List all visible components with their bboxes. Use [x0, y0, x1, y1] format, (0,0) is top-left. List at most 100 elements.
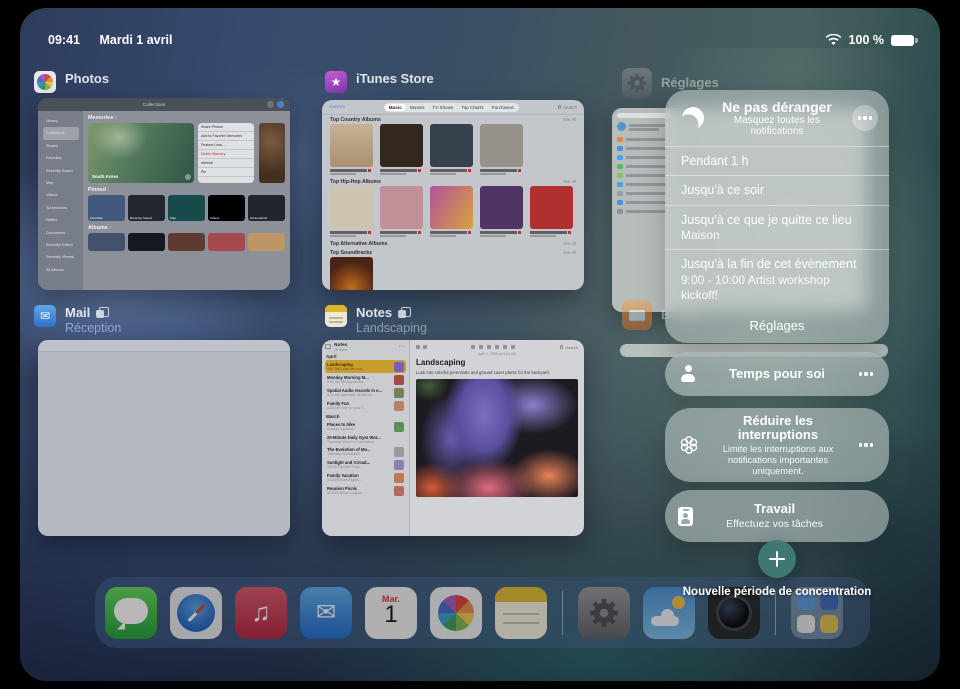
reduce-options-button[interactable] — [856, 443, 876, 446]
status-right: 100 % — [825, 33, 914, 47]
memory-tile: South Korea — [88, 123, 194, 183]
app-label-text: Notes — [356, 305, 392, 320]
album-item — [480, 186, 523, 237]
dnd-title: Ne pas déranger — [722, 99, 832, 115]
note-list-item: Places to hikeSunday 3 photos — [325, 420, 406, 433]
new-focus-button[interactable] — [758, 540, 796, 578]
dnd-options-button[interactable] — [852, 105, 878, 131]
grid-view-icon — [325, 344, 331, 349]
memory-context-menu: Share Photos Add to Favorite Memories Fe… — [198, 123, 254, 183]
photos-nav-title: Collections — [44, 102, 264, 107]
switcher-card-mail[interactable] — [38, 340, 290, 536]
app-label-text: iTunes Store — [356, 71, 434, 86]
memories-row: South Korea Share Photos Add to Favorite… — [88, 123, 285, 183]
menu-item: Feature Less... — [198, 141, 254, 150]
mail-app-icon: ✉ — [34, 305, 56, 327]
dnd-option-leave-location[interactable]: Jusqu'à ce que je quitte ce lieu Maison — [665, 205, 889, 250]
focus-work-pill[interactable]: Travail Effectuez vos tâches — [665, 490, 889, 542]
itunes-album-row — [322, 124, 584, 177]
itunes-section-header: Top Alternative Albums See All — [322, 239, 584, 248]
photos-sidebar-item: Recently Viewed — [43, 251, 83, 263]
pinned-header: Pinned — [88, 187, 285, 193]
switcher-label-notes[interactable]: Notes Landscaping — [325, 305, 427, 335]
album-tile — [128, 233, 165, 251]
note-title: Landscaping — [416, 358, 578, 367]
notes-month-header: March — [326, 414, 405, 419]
select-button-icon — [267, 101, 274, 108]
note-thumbnail — [394, 486, 404, 496]
album-tile — [248, 233, 285, 251]
ipad-screen: 09:41 Mardi 1 avril 100 % Photos Collect… — [20, 8, 940, 681]
dnd-subtitle: Masquez toutes les notifications — [707, 115, 847, 137]
search-icon — [560, 345, 564, 349]
battery-percent: 100 % — [849, 33, 884, 47]
clock: 09:41 — [48, 33, 80, 47]
app-label-subtitle: Réception — [65, 321, 121, 335]
pinned-tile: Videos — [208, 195, 245, 221]
dock-settings-icon[interactable] — [578, 587, 630, 639]
dock-calendar-icon[interactable]: Mar. 1 — [365, 587, 417, 639]
ellipsis-icon — [858, 116, 873, 119]
notes-month-header: April — [326, 354, 405, 359]
itunes-section-header: Top Hip-Hop Albums See All — [322, 177, 584, 186]
focus-reduce-interruptions-pill[interactable]: Réduire les interruptions Limite les int… — [665, 408, 889, 482]
dock-mail-icon[interactable]: ✉ — [300, 587, 352, 639]
notes-toolbar-icons: Search — [416, 343, 578, 351]
note-list-item: Spatial Audio records in e...9:41 AM aut… — [325, 386, 406, 399]
photos-sidebar-item: Screenshots — [43, 202, 83, 214]
note-thumbnail — [394, 401, 404, 411]
switcher-label-itunes[interactable]: ★ iTunes Store — [325, 71, 434, 93]
new-focus-label: Nouvelle période de concentration — [637, 586, 917, 598]
switcher-card-notes[interactable]: Notes 26 Notes ••• April Landscaping9:41… — [322, 340, 584, 536]
menu-item: Share Photos — [198, 123, 254, 132]
switcher-label-mail[interactable]: ✉ Mail Réception — [34, 305, 121, 335]
ellipsis-icon — [859, 372, 874, 375]
avatar — [617, 122, 626, 131]
work-badge-icon — [678, 507, 693, 526]
album-item — [480, 124, 523, 175]
pinned-tile: Screenshots — [248, 195, 285, 221]
itunes-section-header: Top Soundtracks See All — [322, 248, 584, 257]
personal-options-button[interactable] — [856, 372, 876, 375]
note-list-item: Family Vacation3/18/25 Book Flights... — [325, 471, 406, 484]
dnd-option-1h[interactable]: Pendant 1 h — [665, 146, 889, 175]
dock-messages-icon[interactable] — [105, 587, 157, 639]
notes-editor: Search April 1, 2025 at 9:41 AM Landscap… — [410, 340, 584, 536]
focus-dnd-card: Ne pas déranger Masquez toutes les notif… — [665, 90, 889, 343]
focus-reduce-title: Réduire les interruptions — [723, 414, 833, 443]
memories-header: Memories — [88, 115, 285, 121]
itunes-album-row — [322, 257, 584, 290]
note-thumbnail — [394, 362, 404, 372]
focus-personal-pill[interactable]: Temps pour soi — [665, 352, 889, 396]
dock-photos-icon[interactable] — [430, 587, 482, 639]
switcher-label-photos[interactable]: Photos — [34, 71, 109, 93]
dnd-option-end-of-event[interactable]: Jusqu'à la fin de cet évènement 9:00 - 1… — [665, 249, 889, 309]
dnd-option-evening[interactable]: Jusqu'à ce soir — [665, 175, 889, 204]
album-item — [330, 124, 373, 175]
photos-app-icon — [34, 71, 56, 93]
itunes-search: Search — [558, 105, 577, 110]
note-date: April 1, 2025 at 9:41 AM — [416, 352, 578, 356]
app-label-text: Mail — [65, 305, 90, 320]
switcher-card-itunes[interactable]: Genres Music Movies TV Shows Top Charts … — [322, 100, 584, 290]
dnd-settings-button[interactable]: Réglages — [665, 310, 889, 343]
photos-sidebar-item: Library — [43, 115, 83, 127]
dock-music-icon[interactable]: ♫ — [235, 587, 287, 639]
dock-notes-icon[interactable] — [495, 587, 547, 639]
play-icon — [185, 174, 191, 180]
menu-item: Pin — [198, 168, 254, 177]
note-body: Look into colorful perennials and ground… — [416, 370, 578, 375]
dock-safari-icon[interactable] — [170, 587, 222, 639]
notes-count: 26 Notes — [334, 348, 348, 352]
tab-music: Music — [385, 104, 406, 111]
dock-divider — [562, 591, 563, 635]
note-thumbnail — [394, 388, 404, 398]
tab-tv-shows: TV Shows — [428, 104, 457, 111]
photos-body: Library Collections Shared Favorites Rec… — [38, 111, 290, 290]
note-thumbnail — [394, 422, 404, 432]
switcher-card-photos[interactable]: Collections Library Collections Shared F… — [38, 98, 290, 290]
stacked-windows-icon — [398, 307, 411, 318]
itunes-store-app-icon: ★ — [325, 71, 347, 93]
note-list-item: The Evolution of Mo...Tuesday Handwritte… — [325, 445, 406, 458]
battery-icon — [891, 35, 914, 46]
